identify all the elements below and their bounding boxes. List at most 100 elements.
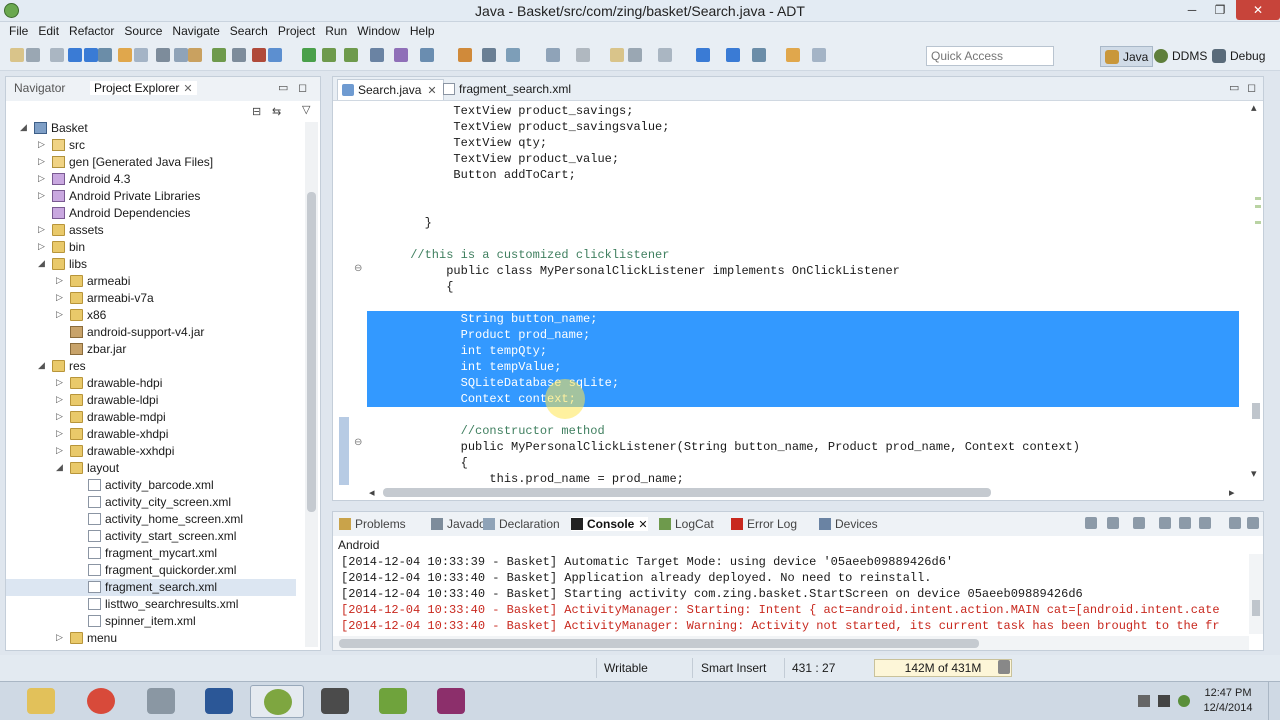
tab-error-log[interactable]: Error Log xyxy=(731,517,797,531)
menu-search[interactable]: Search xyxy=(230,22,268,38)
tree-item[interactable]: ▷ menu xyxy=(6,630,296,647)
tree-item[interactable]: ▷ drawable-ldpi xyxy=(6,392,296,409)
toolbar-button-icon[interactable] xyxy=(134,48,148,62)
toolbar-button-icon[interactable] xyxy=(344,48,358,62)
tree-item[interactable]: ◢ layout xyxy=(6,460,296,477)
scroll-down-icon[interactable]: ▾ xyxy=(1251,467,1257,480)
volume-icon[interactable] xyxy=(1158,695,1170,707)
menu-help[interactable]: Help xyxy=(410,22,435,38)
close-icon[interactable]: ✕ xyxy=(638,519,647,531)
tab-console[interactable]: Console ✕ xyxy=(571,517,648,531)
collapsed-arrow-icon[interactable]: ▷ xyxy=(38,139,48,150)
tab-declaration[interactable]: Declaration xyxy=(483,517,560,531)
console-action-icon[interactable] xyxy=(1085,517,1097,529)
network-icon[interactable] xyxy=(1178,695,1190,707)
console-action-icon[interactable] xyxy=(1179,517,1191,529)
taskbar-app-notepad[interactable] xyxy=(134,685,188,718)
tree-item[interactable]: zbar.jar xyxy=(6,341,296,358)
toolbar-button-icon[interactable] xyxy=(156,48,170,62)
console-action-icon[interactable] xyxy=(1107,517,1119,529)
collapsed-arrow-icon[interactable]: ▷ xyxy=(56,377,66,388)
tree-item[interactable]: ▷ drawable-hdpi xyxy=(6,375,296,392)
tree-item[interactable]: activity_city_screen.xml xyxy=(6,494,296,511)
toolbar-button-icon[interactable] xyxy=(118,48,132,62)
code-area[interactable]: TextView product_savings; TextView produ… xyxy=(367,101,1247,486)
tree-item[interactable]: fragment_quickorder.xml xyxy=(6,562,296,579)
toolbar-button-icon[interactable] xyxy=(268,48,282,62)
perspective-debug-button[interactable]: Debug xyxy=(1208,46,1269,67)
toolbar-button-icon[interactable] xyxy=(546,48,560,62)
tree-item[interactable]: ▷ armeabi xyxy=(6,273,296,290)
menu-file[interactable]: File xyxy=(9,22,28,38)
editor-horizontal-scrollbar[interactable]: ◂ ▸ xyxy=(367,485,1247,499)
tree-item[interactable]: fragment_search.xml xyxy=(6,579,296,596)
heap-status[interactable]: 142M of 431M xyxy=(874,659,1012,677)
tree-item[interactable]: ▷ armeabi-v7a xyxy=(6,290,296,307)
collapsed-arrow-icon[interactable]: ▷ xyxy=(56,292,66,303)
tab-devices[interactable]: Devices xyxy=(819,517,878,531)
menu-window[interactable]: Window xyxy=(357,22,400,38)
menu-project[interactable]: Project xyxy=(278,22,315,38)
tab-logcat[interactable]: LogCat xyxy=(659,517,714,531)
collapsed-arrow-icon[interactable]: ▷ xyxy=(56,394,66,405)
toolbar-button-icon[interactable] xyxy=(188,48,202,62)
console-action-icon[interactable] xyxy=(1199,517,1211,529)
restore-button[interactable]: ❐ xyxy=(1206,0,1234,20)
editor-vertical-scrollbar[interactable]: ▴ ▾ xyxy=(1249,101,1263,485)
tree-item[interactable]: ▷ drawable-xhdpi xyxy=(6,426,296,443)
overview-marker[interactable] xyxy=(1255,221,1261,224)
tree-item[interactable]: activity_barcode.xml xyxy=(6,477,296,494)
expanded-arrow-icon[interactable]: ◢ xyxy=(56,462,66,473)
tab-fragment-search-xml[interactable]: fragment_search.xml xyxy=(439,79,577,100)
overview-marker[interactable] xyxy=(1255,197,1261,200)
expanded-arrow-icon[interactable]: ◢ xyxy=(38,360,48,371)
editor-hscroll-thumb[interactable] xyxy=(383,488,991,497)
menu-source[interactable]: Source xyxy=(124,22,162,38)
tree-item[interactable]: ◢ Basket xyxy=(6,120,296,137)
collapsed-arrow-icon[interactable]: ▷ xyxy=(56,411,66,422)
tab-project-explorer[interactable]: Project Explorer ✕ xyxy=(90,81,197,95)
scroll-up-icon[interactable]: ▴ xyxy=(1251,101,1257,114)
toolbar-button-icon[interactable] xyxy=(50,48,64,62)
console-scrollbar-thumb[interactable] xyxy=(1252,600,1260,616)
taskbar-app-chrome[interactable] xyxy=(74,685,128,718)
minimize-editor-button[interactable]: ▭ xyxy=(1229,81,1239,94)
collapsed-arrow-icon[interactable]: ▷ xyxy=(38,173,48,184)
toolbar-button-icon[interactable] xyxy=(252,48,266,62)
console-hscroll-thumb[interactable] xyxy=(339,639,979,648)
toolbar-button-icon[interactable] xyxy=(370,48,384,62)
tree-item[interactable]: ▷ src xyxy=(6,137,296,154)
maximize-editor-button[interactable]: ◻ xyxy=(1247,81,1256,94)
close-icon[interactable]: ✕ xyxy=(183,83,192,95)
tree-item[interactable]: listtwo_searchresults.xml xyxy=(6,596,296,613)
tab-search-java[interactable]: Search.java ✕ xyxy=(337,79,444,100)
collapsed-arrow-icon[interactable]: ▷ xyxy=(56,309,66,320)
tree-item[interactable]: activity_start_screen.xml xyxy=(6,528,296,545)
collapsed-arrow-icon[interactable]: ▷ xyxy=(38,156,48,167)
toolbar-button-icon[interactable] xyxy=(322,48,336,62)
console-vertical-scrollbar[interactable] xyxy=(1249,554,1263,634)
close-button[interactable]: ✕ xyxy=(1236,0,1280,20)
fold-toggle-icon[interactable]: ⊖ xyxy=(354,263,362,274)
toolbar-button-icon[interactable] xyxy=(752,48,766,62)
expanded-arrow-icon[interactable]: ◢ xyxy=(20,122,30,133)
tree-item[interactable]: ▷ drawable-mdpi xyxy=(6,409,296,426)
editor-scrollbar-thumb[interactable] xyxy=(1252,403,1260,419)
maximize-view-button[interactable]: ◻ xyxy=(298,81,307,94)
taskbar-app-camtasia[interactable] xyxy=(366,685,420,718)
tree-item[interactable]: ▷ bin xyxy=(6,239,296,256)
toolbar-button-icon[interactable] xyxy=(786,48,800,62)
tree-item[interactable]: ▷ x86 xyxy=(6,307,296,324)
minimize-view-button[interactable]: ▭ xyxy=(278,81,288,94)
console-action-icon[interactable] xyxy=(1133,517,1145,529)
menu-navigate[interactable]: Navigate xyxy=(172,22,219,38)
toolbar-button-icon[interactable] xyxy=(812,48,826,62)
toolbar-button-icon[interactable] xyxy=(482,48,496,62)
collapsed-arrow-icon[interactable]: ▷ xyxy=(56,275,66,286)
tree-item[interactable]: ▷ drawable-xxhdpi xyxy=(6,443,296,460)
perspective-java-button[interactable]: Java xyxy=(1100,46,1154,67)
tray-arrow-icon[interactable] xyxy=(1138,695,1150,707)
tab-navigator[interactable]: Navigator xyxy=(14,81,65,95)
toolbar-button-icon[interactable] xyxy=(610,48,624,62)
tree-item[interactable]: ▷ gen [Generated Java Files] xyxy=(6,154,296,171)
